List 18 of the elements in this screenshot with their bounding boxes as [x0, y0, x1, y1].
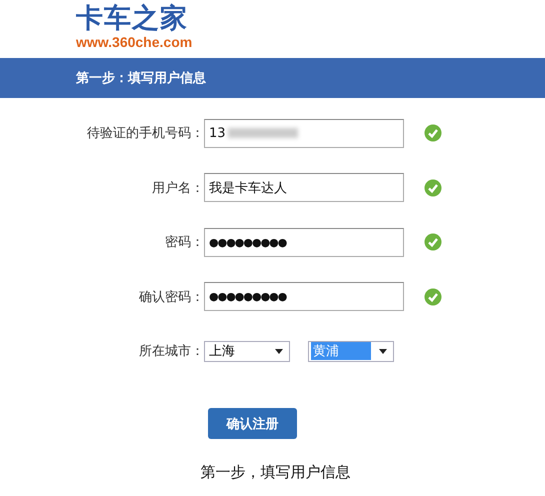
input-field[interactable]: 我是卡车达人 — [204, 173, 404, 202]
logo-title: 卡车之家 — [76, 4, 188, 34]
field-label: 用户名： — [151, 180, 204, 196]
field-label: 确认密码： — [138, 288, 204, 306]
step-title: 第一步：填写用户信息 — [76, 70, 206, 87]
logo-url: www.360che.com — [76, 34, 192, 50]
field-label: 待验证的手机号码： — [86, 125, 204, 142]
blurred-text — [228, 128, 298, 138]
caret-icon — [379, 348, 387, 354]
field-label: 密码： — [164, 234, 204, 251]
footer-text: 第一步，填写用户信息 — [200, 463, 352, 482]
input-field[interactable]: ●●●●●●●●● — [204, 228, 404, 256]
field-label: 所在城市： — [138, 343, 204, 360]
caret-icon — [275, 348, 283, 354]
input-field[interactable]: 13 — [204, 118, 404, 148]
input-field[interactable]: ●●●●●●●●● — [204, 282, 404, 311]
register-button[interactable]: 确认注册 — [208, 408, 297, 439]
city-select[interactable]: 上海 — [204, 340, 290, 362]
